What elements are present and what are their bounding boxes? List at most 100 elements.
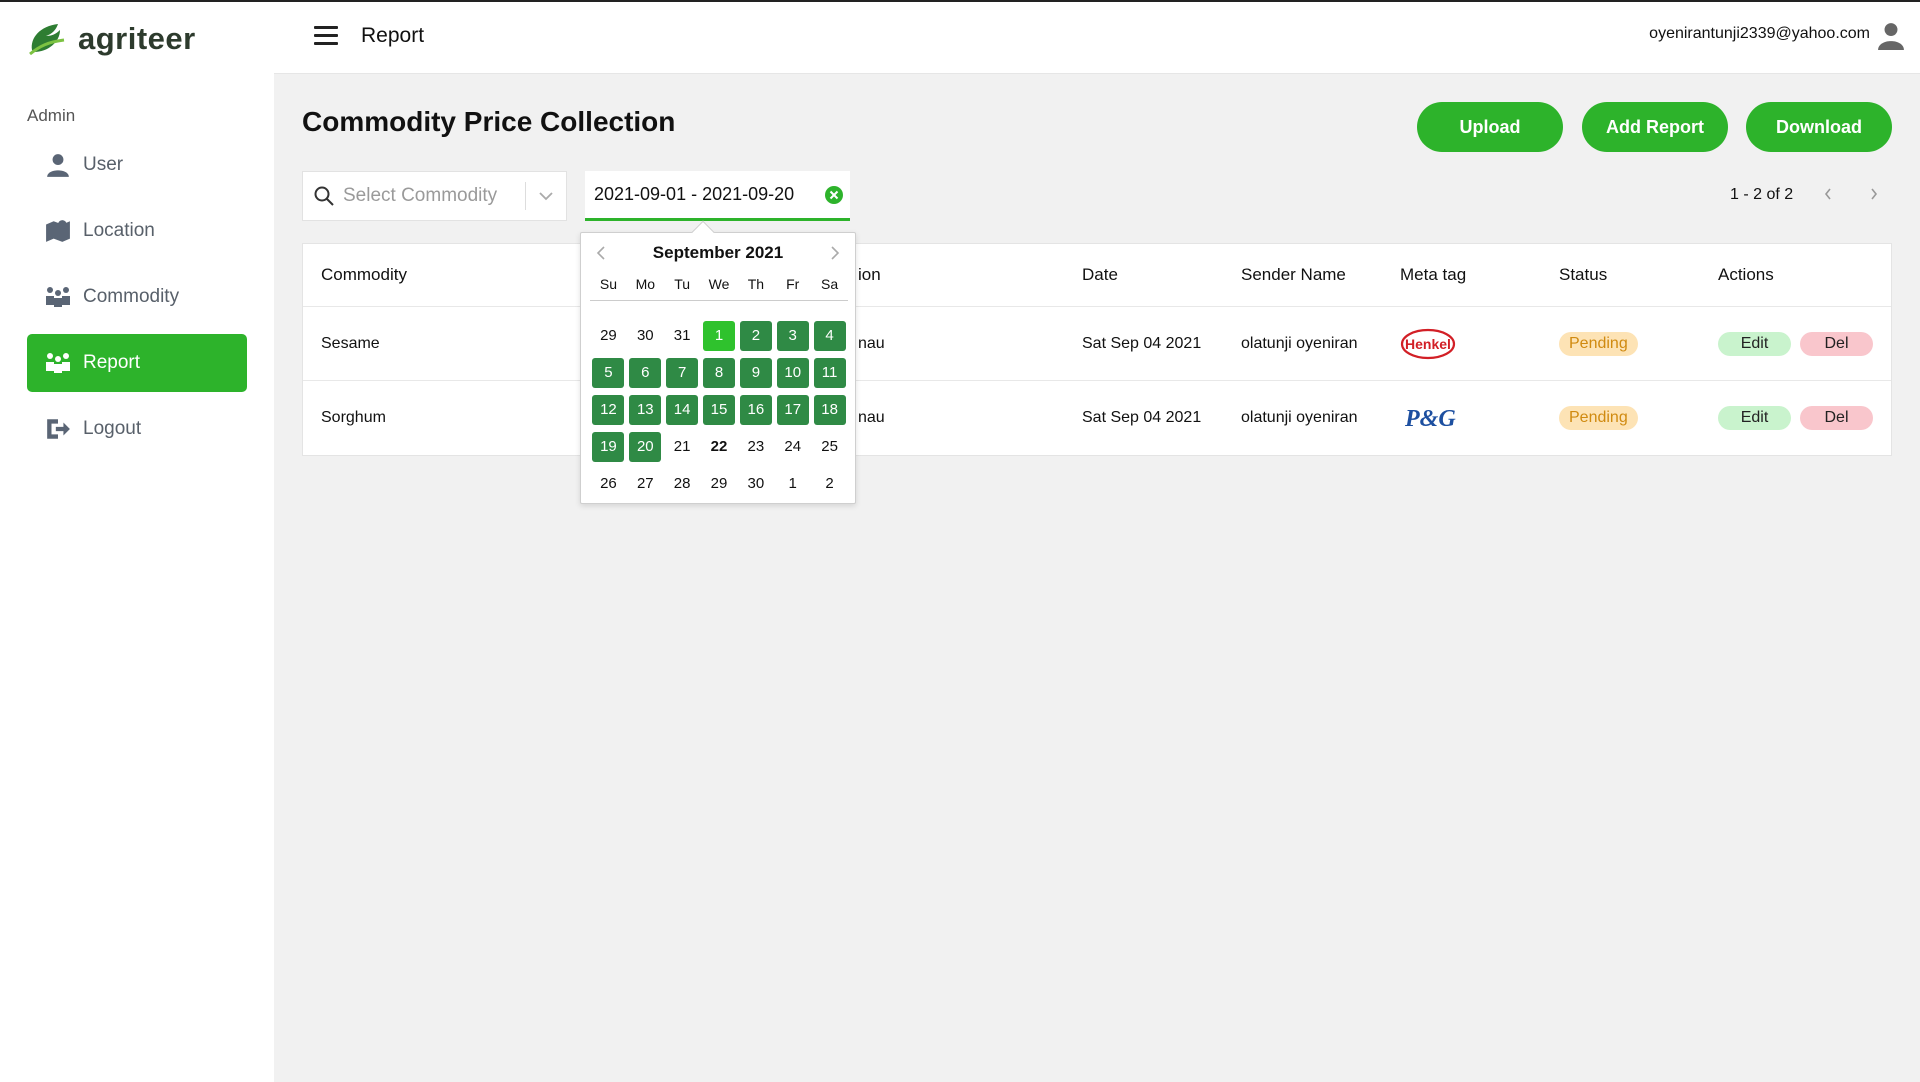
edit-button[interactable]: Edit bbox=[1718, 331, 1791, 356]
commodity-select[interactable]: Select Commodity bbox=[302, 171, 567, 221]
calendar-day[interactable]: 12 bbox=[590, 391, 627, 428]
col-header-date[interactable]: Date bbox=[1082, 244, 1118, 306]
calendar-day[interactable]: 25 bbox=[811, 428, 848, 465]
people-icon bbox=[46, 353, 70, 373]
calendar-day[interactable]: 19 bbox=[590, 428, 627, 465]
user-email[interactable]: oyenirantunji2339@yahoo.com bbox=[1649, 25, 1870, 43]
search-icon bbox=[314, 186, 334, 206]
cell-sender: olatunji oyeniran bbox=[1241, 409, 1358, 426]
logo[interactable]: agriteer bbox=[26, 20, 196, 58]
sidebar-item-logout[interactable]: Logout bbox=[27, 400, 247, 458]
table-row[interactable]: Sesame nau Sat Sep 04 2021 olatunji oyen… bbox=[303, 307, 1891, 381]
sidebar-item-commodity[interactable]: Commodity bbox=[27, 268, 247, 326]
chevron-left-icon[interactable] bbox=[1818, 184, 1838, 204]
calendar-day[interactable]: 2 bbox=[811, 465, 848, 502]
col-header-status[interactable]: Status bbox=[1559, 244, 1607, 306]
delete-button[interactable]: Del bbox=[1800, 331, 1873, 356]
calendar-day[interactable]: 11 bbox=[811, 354, 848, 391]
calendar-day-number: 30 bbox=[636, 327, 654, 344]
calendar-day-number: 29 bbox=[600, 327, 617, 344]
map-icon bbox=[46, 220, 70, 242]
calendar-day-number: 2 bbox=[739, 320, 772, 351]
calendar-day[interactable]: 21 bbox=[664, 428, 701, 465]
date-range-calendar: September 2021 Su Mo Tu We Th Fr Sa 29 30… bbox=[580, 232, 856, 504]
calendar-day[interactable]: 31 bbox=[664, 317, 701, 354]
chevron-right-icon[interactable] bbox=[1864, 184, 1884, 204]
col-header-meta-tag[interactable]: Meta tag bbox=[1400, 244, 1466, 306]
col-header-commodity[interactable]: Commodity bbox=[321, 244, 407, 306]
calendar-day[interactable]: 20 bbox=[627, 428, 664, 465]
calendar-day[interactable]: 8 bbox=[701, 354, 738, 391]
calendar-weekdays: Su Mo Tu We Th Fr Sa bbox=[590, 276, 848, 301]
date-range-value[interactable]: 2021-09-01 - 2021-09-20 bbox=[594, 184, 824, 205]
top-header: Report oyenirantunji2339@yahoo.com bbox=[274, 2, 1920, 74]
calendar-day-number: 1 bbox=[703, 320, 735, 351]
calendar-day[interactable]: 5 bbox=[590, 354, 627, 391]
calendar-day[interactable]: 22 bbox=[701, 428, 738, 465]
download-button[interactable]: Download bbox=[1746, 102, 1892, 152]
calendar-day-number: 29 bbox=[710, 475, 728, 492]
col-header-sender[interactable]: Sender Name bbox=[1241, 244, 1346, 306]
calendar-day-number: 19 bbox=[592, 431, 625, 462]
leaf-logo-icon bbox=[29, 24, 65, 56]
cell-date: Sat Sep 04 2021 bbox=[1082, 334, 1202, 352]
calendar-day-number: 21 bbox=[673, 438, 691, 455]
calendar-month-title: September 2021 bbox=[652, 243, 784, 262]
calendar-day[interactable]: 30 bbox=[737, 465, 774, 502]
calendar-day[interactable]: 3 bbox=[774, 317, 811, 354]
calendar-day[interactable]: 23 bbox=[737, 428, 774, 465]
calendar-day-number: 2 bbox=[825, 475, 834, 492]
calendar-day[interactable]: 13 bbox=[627, 391, 664, 428]
calendar-day-number: 24 bbox=[784, 438, 802, 455]
cell-location: nau bbox=[858, 409, 885, 426]
chevron-right-icon[interactable] bbox=[827, 245, 843, 261]
hamburger-menu-icon[interactable] bbox=[314, 26, 338, 46]
status-badge: Pending bbox=[1559, 331, 1638, 356]
calendar-day[interactable]: 29 bbox=[590, 317, 627, 354]
calendar-day-number: 20 bbox=[629, 431, 662, 462]
table-row[interactable]: Sorghum nau Sat Sep 04 2021 olatunji oye… bbox=[303, 381, 1891, 455]
col-header-location[interactable]: ion bbox=[858, 244, 881, 306]
col-header-actions: Actions bbox=[1718, 265, 1774, 284]
clear-icon[interactable] bbox=[824, 185, 844, 205]
weekday-label: Th bbox=[747, 276, 765, 292]
pg-logo-text: P&G bbox=[1404, 406, 1456, 432]
calendar-day[interactable]: 1 bbox=[701, 317, 738, 354]
delete-button[interactable]: Del bbox=[1800, 406, 1873, 430]
calendar-day[interactable]: 17 bbox=[774, 391, 811, 428]
calendar-day[interactable]: 2 bbox=[737, 317, 774, 354]
add-report-button[interactable]: Add Report bbox=[1582, 102, 1728, 152]
user-avatar-icon[interactable] bbox=[1878, 22, 1904, 50]
calendar-day[interactable]: 6 bbox=[627, 354, 664, 391]
calendar-day-number: 10 bbox=[776, 357, 809, 388]
calendar-day[interactable]: 14 bbox=[664, 391, 701, 428]
calendar-day[interactable]: 29 bbox=[701, 465, 738, 502]
calendar-day[interactable]: 10 bbox=[774, 354, 811, 391]
edit-button[interactable]: Edit bbox=[1718, 406, 1791, 430]
calendar-day[interactable]: 28 bbox=[664, 465, 701, 502]
calendar-day[interactable]: 26 bbox=[590, 465, 627, 502]
calendar-day-number: 12 bbox=[592, 394, 625, 425]
calendar-day-number: 8 bbox=[703, 357, 735, 388]
sidebar-item-report[interactable]: Report bbox=[27, 334, 247, 392]
calendar-day[interactable]: 9 bbox=[737, 354, 774, 391]
calendar-day[interactable]: 4 bbox=[811, 317, 848, 354]
calendar-week: 12 13 14 15 16 17 18 bbox=[590, 391, 848, 428]
chevron-down-icon[interactable] bbox=[526, 191, 566, 201]
calendar-day-number: 4 bbox=[813, 320, 846, 351]
calendar-day[interactable]: 30 bbox=[627, 317, 664, 354]
date-range-input[interactable]: 2021-09-01 - 2021-09-20 bbox=[585, 171, 850, 221]
sidebar-item-user[interactable]: User bbox=[27, 136, 247, 194]
calendar-day[interactable]: 27 bbox=[627, 465, 664, 502]
upload-button[interactable]: Upload bbox=[1417, 102, 1563, 152]
sidebar-item-label: User bbox=[83, 154, 124, 175]
calendar-day[interactable]: 24 bbox=[774, 428, 811, 465]
calendar-day[interactable]: 1 bbox=[774, 465, 811, 502]
pg-logo: P&G bbox=[1403, 381, 1459, 455]
sidebar-item-location[interactable]: Location bbox=[27, 202, 247, 260]
calendar-day[interactable]: 15 bbox=[701, 391, 738, 428]
calendar-day-number: 11 bbox=[813, 357, 846, 388]
calendar-day[interactable]: 16 bbox=[737, 391, 774, 428]
calendar-day[interactable]: 7 bbox=[664, 354, 701, 391]
calendar-day[interactable]: 18 bbox=[811, 391, 848, 428]
